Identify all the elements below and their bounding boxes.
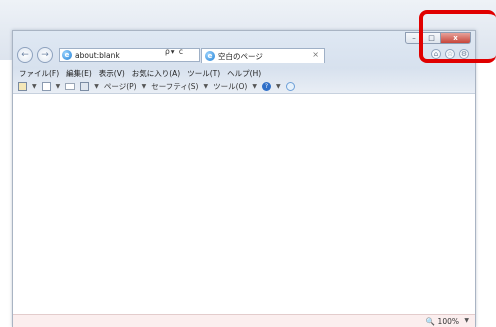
feeds-icon[interactable] (41, 82, 51, 91)
tab-title: 空白のページ (218, 51, 263, 61)
tab-close-icon[interactable]: × (312, 50, 319, 59)
tab-blank-page[interactable]: e 空白のページ × (201, 48, 325, 63)
browser-frame: – □ x ← → e about:blank ρ▾ c e 空白のページ × … (13, 31, 475, 93)
status-bar: 🔍 100% ▼ (13, 314, 475, 327)
ie-tab-icon: e (205, 51, 215, 61)
navigation-row: ← → e about:blank ρ▾ c e 空白のページ × ⌂ ☆ ⚙ (13, 46, 475, 66)
chevron-down-icon: ▼ (141, 83, 147, 90)
browser-window: – □ x ← → e about:blank ρ▾ c e 空白のページ × … (12, 30, 476, 327)
zoom-level[interactable]: 🔍 100% (426, 317, 459, 326)
back-button[interactable]: ← (17, 47, 33, 63)
help-icon[interactable]: ? (261, 82, 271, 91)
search-refresh-icons[interactable]: ρ▾ c (165, 47, 184, 56)
safety-menu-button[interactable]: セーフティ(S) (151, 81, 198, 92)
menu-bar: ファイル(F) 編集(E) 表示(V) お気に入り(A) ツール(T) ヘルプ(… (19, 68, 261, 79)
zoom-value: 100% (437, 317, 459, 326)
tools-menu-button[interactable]: ツール(O) (213, 81, 247, 92)
zoom-chevron-down-icon[interactable]: ▼ (464, 317, 469, 324)
page-content[interactable] (13, 93, 475, 315)
chevron-down-icon[interactable]: ▼ (276, 83, 281, 90)
page-menu-button[interactable]: ページ(P) (104, 81, 137, 92)
print-icon[interactable] (80, 82, 90, 91)
highlight-box (419, 10, 496, 63)
chevron-down-icon[interactable]: ▼ (94, 83, 99, 90)
menu-tools[interactable]: ツール(T) (187, 68, 220, 79)
forward-arrow-icon: → (41, 50, 49, 60)
forward-button[interactable]: → (37, 47, 53, 63)
research-icon[interactable] (285, 82, 295, 91)
chevron-down-icon: ▼ (203, 83, 209, 90)
back-arrow-icon: ← (21, 50, 29, 60)
menu-help[interactable]: ヘルプ(H) (227, 68, 261, 79)
address-input[interactable]: about:blank (75, 51, 120, 60)
cmd-home-icon[interactable] (18, 82, 27, 91)
menu-edit[interactable]: 編集(E) (66, 68, 92, 79)
menu-file[interactable]: ファイル(F) (19, 68, 59, 79)
mail-icon[interactable] (65, 83, 76, 90)
chevron-down-icon: ▼ (252, 83, 257, 90)
command-bar: ▼ ▼ ▼ ページ(P) ▼ セーフティ(S) ▼ ツール(O) ▼ ? ▼ (18, 81, 295, 92)
chevron-down-icon[interactable]: ▼ (32, 83, 37, 90)
ie-page-icon: e (62, 50, 72, 60)
chevron-down-icon[interactable]: ▼ (56, 83, 61, 90)
menu-favorites[interactable]: お気に入り(A) (132, 68, 180, 79)
menu-view[interactable]: 表示(V) (99, 68, 125, 79)
